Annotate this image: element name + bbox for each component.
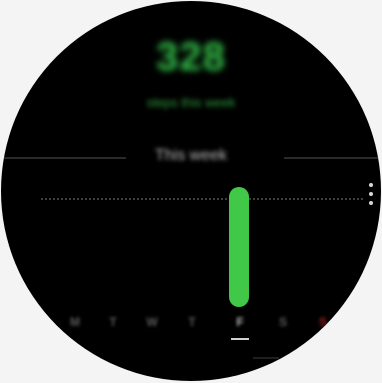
summary-value: 328 <box>156 35 226 79</box>
watch-screen: 328 steps this week This week M T W T F S S <box>0 0 382 383</box>
goal-line <box>41 198 363 200</box>
more-options-icon[interactable] <box>365 183 377 209</box>
page-indicator <box>253 357 279 359</box>
day-bar <box>229 187 249 307</box>
summary-caption: steps this week <box>146 95 236 110</box>
day-label: T <box>188 315 196 329</box>
day-label: T <box>109 315 117 329</box>
day-label: F <box>236 315 244 329</box>
more-dot <box>369 183 373 187</box>
current-day-indicator <box>231 338 249 340</box>
day-label: W <box>146 315 158 329</box>
day-label: M <box>70 315 80 329</box>
more-dot <box>369 201 373 205</box>
watch-face: 328 steps this week This week M T W T F S S <box>1 1 381 381</box>
more-dot <box>369 192 373 196</box>
period-label[interactable]: This week <box>1 147 381 165</box>
day-label: S <box>278 315 287 329</box>
day-label: S <box>318 315 327 329</box>
